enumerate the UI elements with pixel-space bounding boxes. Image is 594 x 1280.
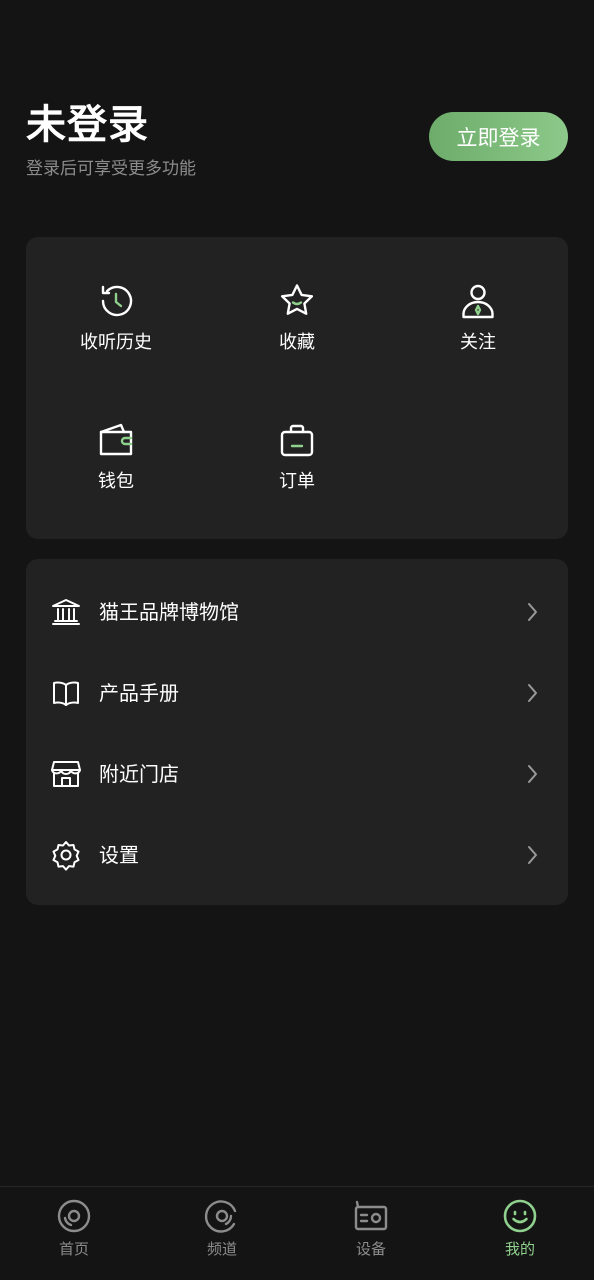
chevron-right-icon [528,683,537,702]
quick-action-orders[interactable]: 订单 [237,420,357,520]
page-title: 未登录 [26,102,149,148]
tab-mine[interactable]: 我的 [446,1187,594,1280]
chevron-right-icon [528,845,537,864]
menu-item-label: 附近门店 [99,761,179,786]
tab-label: 我的 [504,1240,535,1258]
quick-action-label: 钱包 [98,471,134,492]
tab-label: 频道 [206,1240,237,1258]
menu-list-card: 猫王品牌博物馆 产品手册 附近门店 设置 [26,559,568,905]
history-icon [101,285,133,317]
menu-item-museum[interactable]: 猫王品牌博物馆 [26,571,568,652]
quick-action-label: 收藏 [279,332,315,353]
channel-disc-icon [204,1200,237,1233]
login-button[interactable]: 立即登录 [429,112,568,161]
tab-channels[interactable]: 频道 [148,1187,296,1280]
quick-action-history[interactable]: 收听历史 [56,281,176,381]
museum-icon [52,598,80,625]
follow-person-icon [462,284,494,319]
book-icon [53,681,79,706]
menu-item-label: 猫王品牌博物馆 [99,599,239,624]
quick-action-label: 关注 [460,332,496,353]
tab-home[interactable]: 首页 [0,1187,148,1280]
chevron-right-icon [528,602,537,621]
wallet-icon [99,423,133,456]
menu-item-settings[interactable]: 设置 [26,814,568,895]
order-bag-icon [280,424,314,457]
gear-icon [52,840,80,871]
menu-item-manual[interactable]: 产品手册 [26,652,568,733]
profile-header: 未登录 登录后可享受更多功能 立即登录 [26,100,568,190]
quick-actions-card: 收听历史 收藏 关注 钱包 订单 [26,237,568,539]
chevron-right-icon [528,764,537,783]
vinyl-disc-icon [57,1199,91,1233]
quick-action-favorites[interactable]: 收藏 [237,281,357,381]
menu-item-label: 设置 [99,842,139,867]
menu-item-label: 产品手册 [99,680,179,705]
radio-device-icon [354,1200,388,1231]
tab-label: 设备 [355,1240,386,1258]
quick-action-wallet[interactable]: 钱包 [56,420,176,520]
menu-item-nearby-stores[interactable]: 附近门店 [26,733,568,814]
quick-action-follow[interactable]: 关注 [418,281,538,381]
smile-face-icon [503,1199,537,1233]
login-hint: 登录后可享受更多功能 [26,159,196,179]
tab-devices[interactable]: 设备 [297,1187,445,1280]
bottom-tab-bar: 首页 频道 设备 我的 [0,1186,594,1280]
quick-action-label: 收听历史 [80,332,152,353]
quick-action-label: 订单 [279,471,315,492]
tab-label: 首页 [58,1240,89,1258]
store-icon [51,760,81,787]
star-icon [280,284,314,315]
